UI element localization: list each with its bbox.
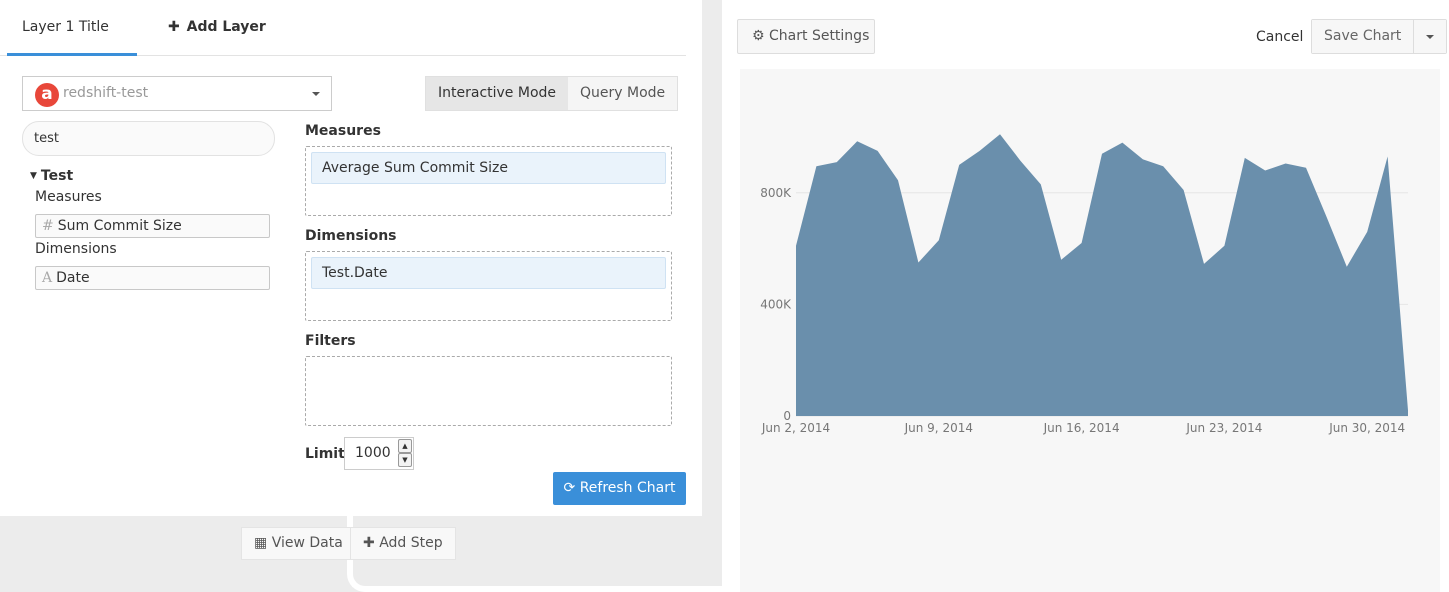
measures-heading: Measures (35, 189, 102, 205)
layer-tabs: Layer 1 Title ✚ Add Layer (0, 0, 686, 56)
field-sum-commit-size[interactable]: # Sum Commit Size (35, 214, 270, 238)
gear-icon: ⚙ (752, 28, 765, 44)
limit-label: Limit (305, 446, 345, 462)
limit-value: 1000 (355, 445, 391, 461)
query-mode-button[interactable]: Query Mode (568, 77, 678, 110)
add-layer-tab[interactable]: ✚ Add Layer (168, 0, 266, 56)
chevron-down-icon (312, 92, 320, 96)
filters-drop-zone[interactable] (305, 356, 672, 426)
limit-spinner: ▲ ▼ (398, 439, 412, 468)
interactive-mode-button[interactable]: Interactive Mode (426, 77, 569, 110)
measures-section-title: Measures (305, 123, 381, 139)
cancel-button[interactable]: Cancel (1256, 27, 1303, 47)
y-tick-label: 400K (760, 297, 792, 311)
number-icon: # (42, 218, 54, 234)
add-step-button[interactable]: ✚ Add Step (350, 527, 456, 560)
increment-icon[interactable]: ▲ (398, 439, 412, 453)
table-icon: ▦ (254, 535, 268, 551)
chart-settings-button[interactable]: ⚙ Chart Settings (737, 19, 875, 54)
datasource-logo-icon: a (35, 83, 59, 107)
chart-settings-label: Chart Settings (769, 28, 870, 44)
chevron-down-icon (1426, 35, 1435, 39)
dimension-item[interactable]: Test.Date (311, 257, 666, 289)
x-tick-label: Jun 9, 2014 (904, 421, 973, 435)
field-date[interactable]: A Date (35, 266, 270, 290)
save-chart-button[interactable]: Save Chart (1312, 20, 1414, 53)
x-tick-label: Jun 30, 2014 (1328, 421, 1405, 435)
plus-icon: ✚ (168, 19, 180, 35)
refresh-icon: ⟳ (563, 480, 576, 496)
chart-area: 0 400K 800K Jun 2, 2014 Jun 9, 2014 Jun 16, 2… (740, 69, 1440, 592)
add-layer-label: Add Layer (186, 19, 266, 35)
field-label: Sum Commit Size (57, 218, 182, 234)
caret-down-icon: ▼ (30, 171, 37, 181)
add-step-label: Add Step (379, 535, 443, 551)
area-chart: 0400K800KJun 2, 2014 Jun 9, 2014 Jun 16, 2… (760, 134, 1408, 435)
y-tick-label: 800K (760, 186, 792, 200)
schema-table-name: Test (40, 168, 74, 184)
text-type-icon: A (42, 270, 53, 286)
x-tick-label: Jun 16, 2014 (1043, 421, 1120, 435)
mode-toggle: Interactive Mode Query Mode (425, 76, 679, 111)
measures-drop-zone[interactable]: Average Sum Commit Size (305, 146, 672, 216)
tab-layer-1[interactable]: Layer 1 Title (7, 0, 137, 56)
data-source-name: redshift-test (63, 85, 149, 101)
decrement-icon[interactable]: ▼ (398, 453, 412, 467)
dimensions-drop-zone[interactable]: Test.Date (305, 251, 672, 321)
limit-input[interactable]: 1000 ▲ ▼ (344, 437, 414, 470)
view-data-button[interactable]: ▦ View Data (241, 527, 356, 560)
measure-item[interactable]: Average Sum Commit Size (311, 152, 666, 184)
data-source-select[interactable]: a redshift-test (22, 76, 332, 111)
layer-editor: Layer 1 Title ✚ Add Layer a redshift-tes… (0, 0, 702, 516)
area-series (796, 134, 1408, 416)
query-builder-panel: Layer 1 Title ✚ Add Layer a redshift-tes… (0, 0, 722, 592)
x-tick-label: Jun 2, 2014 (761, 421, 830, 435)
x-tick-label: Jun 23, 2014 (1185, 421, 1262, 435)
field-search-input[interactable]: test (22, 121, 275, 156)
view-data-label: View Data (271, 535, 343, 551)
plus-icon: ✚ (363, 535, 375, 551)
schema-table-toggle[interactable]: ▼ Test (30, 166, 73, 186)
dimensions-section-title: Dimensions (305, 228, 397, 244)
dimensions-heading: Dimensions (35, 241, 117, 257)
save-chart-group: Save Chart (1311, 19, 1448, 54)
filters-section-title: Filters (305, 333, 356, 349)
field-label: Date (56, 270, 90, 286)
save-options-button[interactable] (1413, 20, 1447, 53)
refresh-chart-label: Refresh Chart (579, 480, 676, 496)
refresh-chart-button[interactable]: ⟳ Refresh Chart (553, 472, 686, 505)
